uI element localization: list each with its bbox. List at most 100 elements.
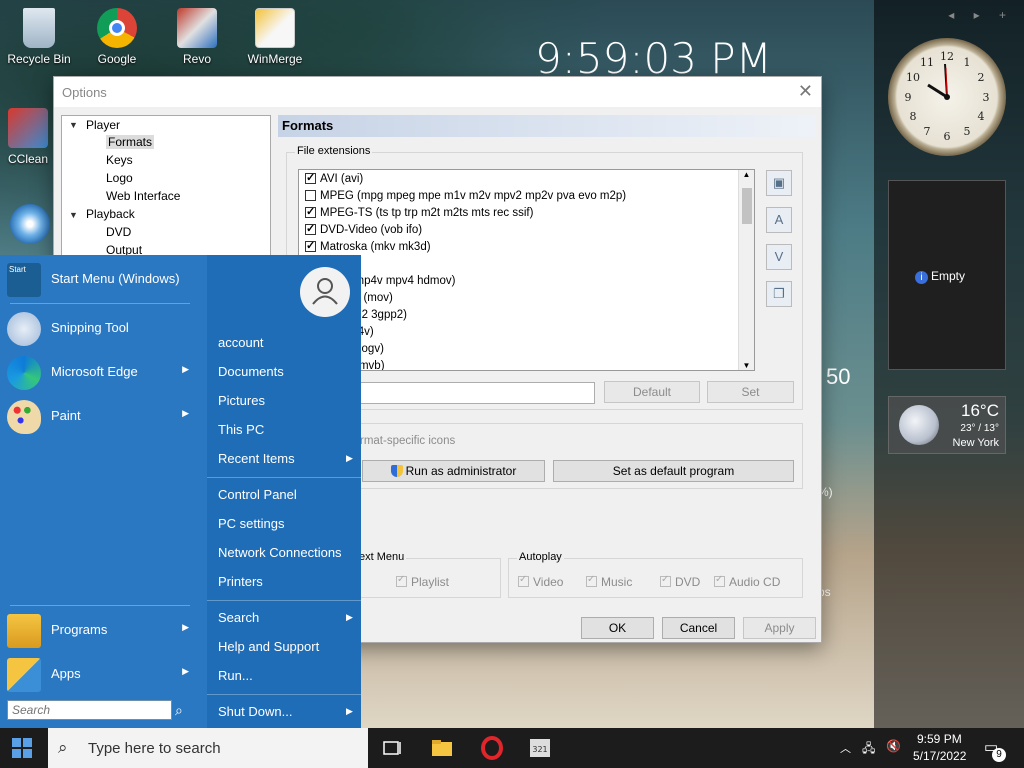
sidebar-nav-arrows[interactable]: ◂ ▸ +: [948, 8, 1014, 22]
pinned-paint[interactable]: Paint ▶: [0, 394, 207, 438]
playlist-checkbox[interactable]: Playlist: [396, 574, 449, 589]
list-item[interactable]: eo (flv f4v): [299, 323, 754, 340]
select-video-icon[interactable]: V: [766, 244, 792, 270]
select-audio-icon[interactable]: A: [766, 207, 792, 233]
file-explorer-icon[interactable]: [430, 736, 454, 760]
select-none-icon[interactable]: ❐: [766, 281, 792, 307]
start-search-input[interactable]: [7, 700, 172, 720]
list-scrollbar[interactable]: ▲ ▼: [738, 170, 754, 370]
network-icon[interactable]: 🖧: [862, 739, 875, 760]
list-item[interactable]: Matroska (mkv mk3d): [299, 238, 754, 255]
pinned-microsoft-edge[interactable]: Microsoft Edge ▶: [0, 350, 207, 394]
chevron-down-icon[interactable]: ▼: [69, 120, 78, 130]
select-all-icon[interactable]: ▣: [766, 170, 792, 196]
analog-clock-gadget[interactable]: 12 1 2 3 4567 8 9 10 11: [888, 38, 1006, 156]
menu-shut-down[interactable]: Shut Down... ▶: [218, 704, 358, 719]
chevron-down-icon[interactable]: ▼: [69, 210, 78, 220]
autoplay-music-checkbox[interactable]: Music: [586, 574, 632, 589]
search-icon[interactable]: ⌕: [175, 702, 183, 719]
close-icon[interactable]: ✕: [798, 81, 813, 102]
clock-time[interactable]: 9:59 PM: [917, 732, 962, 746]
chevron-down-icon[interactable]: ▼: [739, 361, 754, 370]
menu-search[interactable]: Search ▶: [218, 610, 358, 625]
list-item[interactable]: DVD-Video (vob ifo): [299, 221, 754, 238]
set-default-program-button[interactable]: Set as default program: [553, 460, 794, 482]
pinned-start-menu-windows[interactable]: Start Start Menu (Windows): [0, 257, 207, 301]
task-view-icon[interactable]: [380, 736, 404, 760]
menu-account[interactable]: account: [218, 335, 264, 350]
clock-date[interactable]: 5/17/2022: [913, 749, 966, 763]
taskbar-search-box[interactable]: ⌕ Type here to search: [48, 728, 368, 768]
tree-item-keys[interactable]: Keys: [106, 153, 133, 167]
checkbox-icon[interactable]: [305, 205, 316, 218]
apps-item[interactable]: Apps ▶: [0, 652, 207, 696]
menu-pc-settings[interactable]: PC settings: [218, 516, 284, 531]
menu-documents[interactable]: Documents: [218, 364, 284, 379]
default-button[interactable]: Default: [604, 381, 700, 403]
dialog-titlebar[interactable]: Options ✕: [54, 77, 821, 107]
windows-start-icon[interactable]: [10, 736, 34, 760]
desktop-icon-winmerge[interactable]: WinMerge: [238, 8, 312, 66]
extension-input[interactable]: [358, 382, 595, 404]
menu-recent-items[interactable]: Recent Items ▶: [218, 451, 358, 466]
format-list[interactable]: AVI (avi) MPEG (mpg mpeg mpe m1v m2v mpv2…: [298, 169, 755, 371]
user-avatar[interactable]: [300, 267, 350, 317]
list-item[interactable]: lia (rm rmvb): [299, 357, 754, 370]
autoplay-dvd-checkbox[interactable]: DVD: [660, 574, 700, 589]
svg-text:3: 3: [983, 91, 990, 104]
tree-item-web-interface[interactable]: Web Interface: [106, 189, 180, 203]
checkbox-icon[interactable]: [305, 171, 316, 184]
checkbox-icon[interactable]: [305, 239, 316, 252]
svg-text:321: 321: [532, 745, 547, 754]
tree-item-dvd[interactable]: DVD: [106, 225, 131, 239]
list-item[interactable]: AVI (avi): [299, 170, 754, 187]
pinned-snipping-tool[interactable]: Snipping Tool: [0, 306, 207, 350]
checkbox-label: Video: [533, 575, 564, 589]
chevron-up-icon[interactable]: ▲: [739, 170, 754, 179]
autoplay-audio-cd-checkbox[interactable]: Audio CD: [714, 574, 780, 589]
scrollbar-thumb[interactable]: [742, 188, 752, 224]
weather-gadget[interactable]: 16°C 23° / 13° New York: [888, 396, 1006, 454]
apply-button[interactable]: Apply: [743, 617, 816, 639]
list-item[interactable]: webm): [299, 255, 754, 272]
checkbox-icon[interactable]: [305, 222, 316, 235]
tree-item-formats[interactable]: Formats: [106, 135, 155, 149]
menu-help-support[interactable]: Help and Support: [218, 639, 319, 654]
cancel-button[interactable]: Cancel: [662, 617, 735, 639]
menu-pictures[interactable]: Pictures: [218, 393, 265, 408]
list-item[interactable]: 4 m4v mp4v mpv4 hdmov): [299, 272, 754, 289]
volume-muted-icon[interactable]: 🔇: [886, 739, 901, 753]
programs-item[interactable]: Programs ▶: [0, 608, 207, 652]
list-item[interactable]: ia (ogm ogv): [299, 340, 754, 357]
checkbox-icon[interactable]: [305, 190, 316, 201]
desktop-icon-recycle-bin[interactable]: Recycle Bin: [2, 8, 76, 66]
list-item[interactable]: e Movie (mov): [299, 289, 754, 306]
list-item[interactable]: 3gpp 3g2 3gpp2): [299, 306, 754, 323]
tree-item-logo[interactable]: Logo: [106, 171, 133, 185]
desktop-icon-revo[interactable]: Revo: [160, 8, 234, 66]
run-as-admin-button[interactable]: Run as administrator: [362, 460, 545, 482]
svg-text:8: 8: [910, 110, 917, 123]
list-item[interactable]: MPEG-TS (ts tp trp m2t m2ts mts rec ssif…: [299, 204, 754, 221]
slideshow-gadget[interactable]: i Empty: [888, 180, 1006, 370]
ok-button[interactable]: OK: [581, 617, 654, 639]
group-title: Autoplay: [517, 551, 564, 563]
chevron-up-icon[interactable]: ︿: [840, 740, 851, 756]
tree-item-playback[interactable]: Playback: [86, 207, 135, 221]
menu-run[interactable]: Run...: [218, 668, 253, 683]
media-player-icon[interactable]: 321: [528, 736, 552, 760]
menu-this-pc[interactable]: This PC: [218, 422, 264, 437]
desktop-icon-google[interactable]: Google: [80, 8, 154, 66]
set-button[interactable]: Set: [707, 381, 794, 403]
menu-control-panel[interactable]: Control Panel: [218, 487, 297, 502]
menu-printers[interactable]: Printers: [218, 574, 263, 589]
menu-network-connections[interactable]: Network Connections: [218, 545, 342, 560]
group-title: ext Menu: [357, 551, 407, 563]
tree-item-player[interactable]: Player: [86, 118, 120, 132]
desktop-icon-ccleaner[interactable]: CClean: [0, 108, 56, 166]
desktop-icon-disc[interactable]: [8, 204, 52, 248]
autoplay-video-checkbox[interactable]: Video: [518, 574, 564, 589]
opera-icon[interactable]: [480, 736, 504, 760]
list-item[interactable]: MPEG (mpg mpeg mpe m1v m2v mpv2 mp2v pva…: [299, 187, 754, 204]
chrome-icon: [97, 8, 137, 48]
